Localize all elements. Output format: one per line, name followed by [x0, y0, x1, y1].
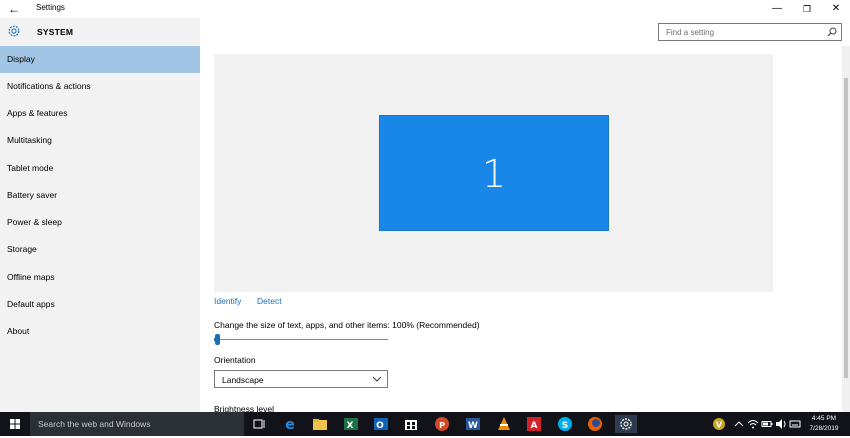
svg-text:P: P	[439, 421, 445, 430]
back-arrow-icon[interactable]: ←	[6, 1, 22, 17]
window-title: Settings	[36, 3, 65, 12]
search-icon[interactable]	[827, 27, 837, 37]
taskbar: Search the web and Windows e X O P W A S…	[0, 412, 850, 436]
acrobat-icon[interactable]: A	[525, 415, 543, 433]
scrollbar[interactable]	[842, 46, 850, 412]
sidebar: SYSTEM Display Notifications & actions A…	[0, 18, 200, 412]
taskbar-search-text: Search the web and Windows	[38, 419, 151, 429]
svg-text:S: S	[562, 421, 568, 431]
title-bar: ← Settings — ❐ ✕	[0, 0, 850, 18]
wifi-icon[interactable]	[747, 418, 759, 430]
sidebar-item-apps-features[interactable]: Apps & features	[0, 100, 200, 127]
sidebar-item-default-apps[interactable]: Default apps	[0, 291, 200, 318]
svg-text:e: e	[285, 417, 295, 433]
vlc-icon[interactable]	[495, 415, 513, 433]
edge-icon[interactable]: e	[281, 415, 299, 433]
settings-icon	[620, 418, 632, 430]
svg-text:X: X	[347, 421, 354, 431]
sidebar-item-battery-saver[interactable]: Battery saver	[0, 182, 200, 209]
search-placeholder: Find a setting	[666, 28, 715, 37]
identify-link[interactable]: Identify	[214, 296, 241, 306]
chevron-down-icon	[372, 376, 382, 382]
scale-label: Change the size of text, apps, and other…	[214, 320, 480, 330]
store-icon[interactable]	[402, 415, 420, 433]
chevron-up-icon[interactable]	[733, 418, 745, 430]
sidebar-item-offline-maps[interactable]: Offline maps	[0, 264, 200, 291]
display-settings-panel: 1 Identify Detect Change the size of tex…	[200, 46, 850, 414]
clock-time: 4:45 PM	[811, 415, 837, 422]
word-icon[interactable]: W	[464, 415, 482, 433]
task-view-icon[interactable]	[250, 415, 268, 433]
svg-text:V: V	[716, 421, 723, 430]
keyboard-icon[interactable]	[789, 418, 801, 430]
sidebar-item-tablet-mode[interactable]: Tablet mode	[0, 155, 200, 182]
settings-taskbar-button[interactable]	[615, 415, 637, 433]
system-label: SYSTEM	[37, 27, 74, 37]
file-explorer-icon[interactable]	[311, 415, 329, 433]
svg-text:O: O	[376, 421, 384, 431]
volume-icon[interactable]	[775, 418, 787, 430]
scale-slider-thumb[interactable]	[215, 334, 220, 345]
orientation-select[interactable]: Landscape	[214, 370, 388, 388]
monitor-number: 1	[481, 152, 507, 196]
monitor-1[interactable]: 1	[379, 115, 609, 231]
sidebar-item-multitasking[interactable]: Multitasking	[0, 127, 200, 154]
system-header: SYSTEM	[0, 18, 200, 46]
sidebar-item-storage[interactable]: Storage	[0, 236, 200, 263]
battery-icon[interactable]	[761, 418, 773, 430]
svg-text:A: A	[531, 421, 538, 431]
close-button[interactable]: ✕	[822, 0, 850, 18]
gear-icon	[8, 25, 20, 37]
outlook-icon[interactable]: O	[372, 415, 390, 433]
detect-link[interactable]: Detect	[257, 296, 282, 306]
orientation-label: Orientation	[214, 355, 256, 365]
skype-icon[interactable]: S	[556, 415, 574, 433]
powerpoint-icon[interactable]: P	[433, 415, 451, 433]
sidebar-item-notifications[interactable]: Notifications & actions	[0, 73, 200, 100]
taskbar-search-box[interactable]: Search the web and Windows	[30, 412, 244, 436]
scrollbar-thumb[interactable]	[844, 78, 848, 378]
excel-icon[interactable]: X	[342, 415, 360, 433]
taskbar-clock[interactable]: 4:45 PM 7/28/2019	[804, 414, 844, 434]
sidebar-item-display[interactable]: Display	[0, 46, 200, 73]
orientation-value: Landscape	[222, 375, 264, 385]
monitor-arrangement-area: 1	[214, 54, 773, 292]
scale-slider-track[interactable]	[214, 339, 388, 340]
search-input[interactable]: Find a setting	[658, 23, 842, 41]
windows-start-icon[interactable]	[0, 412, 30, 436]
svg-text:W: W	[468, 421, 478, 431]
maximize-button[interactable]: ❐	[793, 0, 821, 18]
minimize-button[interactable]: —	[763, 0, 791, 18]
firefox-icon[interactable]	[586, 415, 604, 433]
sidebar-item-power-sleep[interactable]: Power & sleep	[0, 209, 200, 236]
shield-user-icon[interactable]: V	[712, 417, 726, 431]
sidebar-item-about[interactable]: About	[0, 318, 200, 345]
clock-date: 7/28/2019	[809, 425, 839, 432]
